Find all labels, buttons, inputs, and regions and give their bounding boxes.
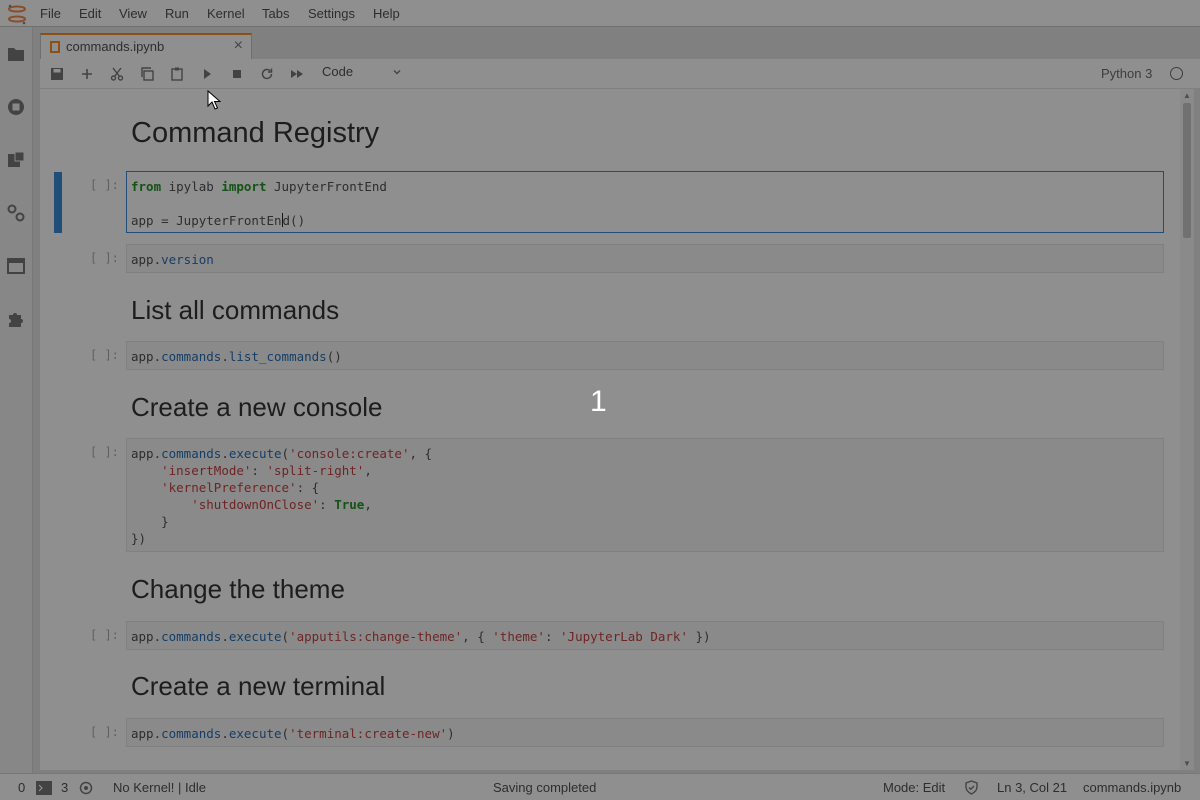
jupyter-logo-icon xyxy=(8,4,26,25)
terminals-count[interactable]: 0 xyxy=(18,780,25,795)
cell-prompt: [ ]: xyxy=(90,628,119,642)
cursor-position[interactable]: Ln 3, Col 21 xyxy=(997,780,1067,795)
markdown-heading: List all commands xyxy=(131,295,340,325)
notebook-panel: Command Registry [ ]: from ipylab import… xyxy=(40,89,1180,770)
property-inspector-icon[interactable] xyxy=(6,203,26,223)
markdown-heading: Create a new console xyxy=(131,392,383,422)
stop-icon[interactable] xyxy=(229,66,245,82)
cell-prompt: [ ]: xyxy=(90,725,119,739)
tab-label: commands.ipynb xyxy=(66,39,165,54)
copy-icon[interactable] xyxy=(139,66,155,82)
tab-commands-ipynb[interactable]: commands.ipynb × xyxy=(40,33,252,59)
cell-prompt: [ ]: xyxy=(90,348,119,362)
status-filename: commands.ipynb xyxy=(1083,780,1182,795)
markdown-heading: Command Registry xyxy=(131,117,380,149)
editor-mode: Mode: Edit xyxy=(883,780,946,795)
kernel-name[interactable]: Python 3 xyxy=(1101,66,1152,81)
code-cell[interactable]: app.version xyxy=(126,244,1164,273)
code-cell[interactable]: app.commands.execute('terminal:create-ne… xyxy=(126,718,1164,747)
tabs-icon[interactable] xyxy=(6,256,26,276)
terminal-icon[interactable] xyxy=(36,781,52,795)
scroll-down-icon[interactable]: ▼ xyxy=(1183,759,1191,768)
save-icon[interactable] xyxy=(49,66,65,82)
step-number: 1 xyxy=(590,385,607,418)
scroll-up-icon[interactable]: ▲ xyxy=(1183,91,1191,100)
add-cell-icon[interactable] xyxy=(79,66,95,82)
kernel-status-icon xyxy=(1170,67,1183,80)
cell-collapser[interactable] xyxy=(54,172,62,233)
kernel-status-text[interactable]: No Kernel! | Idle xyxy=(113,780,206,795)
code-cell[interactable]: app.commands.execute('console:create', {… xyxy=(126,438,1164,552)
chevron-down-icon xyxy=(393,70,401,75)
tab-bar: commands.ipynb × xyxy=(33,27,1200,59)
left-sidebar xyxy=(0,27,33,773)
scroll-thumb[interactable] xyxy=(1183,103,1191,238)
jupyterlab-app: File Edit View Run Kernel Tabs Settings … xyxy=(0,0,1200,800)
cell-type-dropdown[interactable]: Code xyxy=(322,64,402,84)
cell-prompt: [ ]: xyxy=(90,445,119,459)
status-message: Saving completed xyxy=(493,780,597,795)
paste-icon[interactable] xyxy=(169,66,185,82)
menu-view[interactable]: View xyxy=(119,6,147,21)
extension-icon[interactable] xyxy=(6,309,26,329)
code-cell[interactable]: app.commands.list_commands() xyxy=(126,341,1164,370)
code-cell[interactable]: app.commands.execute('apputils:change-th… xyxy=(126,621,1164,650)
menubar: File Edit View Run Kernel Tabs Settings … xyxy=(0,0,1200,27)
text-cursor xyxy=(281,213,283,227)
notebook-scrollbar[interactable]: ▲ ▼ xyxy=(1180,89,1194,770)
menu-tabs[interactable]: Tabs xyxy=(262,6,289,21)
kernel-icon[interactable] xyxy=(79,781,93,795)
kernels-count[interactable]: 3 xyxy=(61,780,68,795)
menu-run[interactable]: Run xyxy=(165,6,189,21)
close-icon[interactable]: × xyxy=(234,37,243,55)
mouse-pointer-icon xyxy=(207,90,221,110)
cut-icon[interactable] xyxy=(109,66,125,82)
run-icon[interactable] xyxy=(199,66,215,82)
menu-settings[interactable]: Settings xyxy=(308,6,355,21)
notebook-icon xyxy=(50,41,60,53)
status-bar: 0 3 No Kernel! | Idle Saving completed M… xyxy=(0,773,1200,800)
menu-edit[interactable]: Edit xyxy=(79,6,101,21)
menu-help[interactable]: Help xyxy=(373,6,400,21)
folder-icon[interactable] xyxy=(6,44,26,64)
cell-prompt: [ ]: xyxy=(90,178,119,192)
cell-type-value: Code xyxy=(322,64,354,79)
menu-kernel[interactable]: Kernel xyxy=(207,6,245,21)
fast-forward-icon[interactable] xyxy=(289,66,305,82)
markdown-heading: Create a new terminal xyxy=(131,671,386,701)
running-icon[interactable] xyxy=(6,97,26,117)
cell-prompt: [ ]: xyxy=(90,251,119,265)
markdown-heading: Change the theme xyxy=(131,574,345,604)
commands-icon[interactable] xyxy=(6,150,26,170)
menu-file[interactable]: File xyxy=(40,6,61,21)
code-cell-active[interactable]: from ipylab import JupyterFrontEnd app =… xyxy=(126,171,1164,233)
restart-icon[interactable] xyxy=(259,66,275,82)
notebook-toolbar: Code Python 3 xyxy=(40,59,1200,89)
trusted-shield-icon[interactable] xyxy=(964,780,979,795)
